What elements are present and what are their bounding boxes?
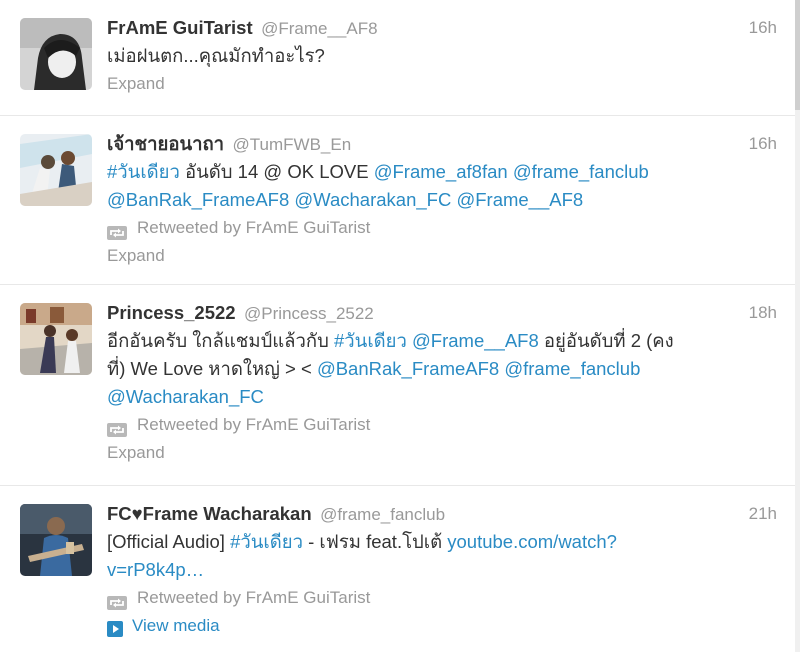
avatar[interactable]	[20, 134, 92, 206]
hashtag-link[interactable]: #วันเดียว	[230, 531, 303, 552]
text-fragment: - เฟรม feat.โปเต้	[302, 531, 448, 552]
mention-link[interactable]: @Frame_af8fan	[374, 161, 508, 182]
hashtag-link[interactable]: #วันเดียว	[107, 161, 180, 182]
tweet[interactable]: FrAmE GuiTarist @Frame__AF8 เม่อฝนตก...ค…	[0, 0, 795, 116]
author-username[interactable]: @frame_fanclub	[320, 505, 445, 524]
author-username[interactable]: @Princess_2522	[244, 304, 374, 323]
retweeted-by: Retweeted by FrAmE GuiTarist	[107, 214, 782, 242]
text-fragment: อยู่อันดับที่ 2 (คง	[538, 330, 674, 351]
retweeted-by-label[interactable]: Retweeted by FrAmE GuiTarist	[137, 584, 370, 612]
tweet-header: เจ้าชายอนาถา @TumFWB_En	[107, 130, 782, 158]
retweeted-by-label[interactable]: Retweeted by FrAmE GuiTarist	[137, 214, 370, 242]
text-fragment: [Official Audio]	[107, 531, 231, 552]
tweet-timestamp[interactable]: 16h	[749, 130, 777, 158]
author-fullname[interactable]: FC♥Frame Wacharakan	[107, 503, 312, 524]
retweeted-by: Retweeted by FrAmE GuiTarist	[107, 584, 782, 612]
tweet-timestamp[interactable]: 21h	[749, 500, 777, 528]
avatar[interactable]	[20, 504, 92, 576]
scrollbar-thumb[interactable]	[795, 0, 800, 110]
mention-link[interactable]: @Wacharakan_FC	[107, 386, 264, 407]
tweet-text: เม่อฝนตก...คุณมักทำอะไร?	[107, 45, 325, 66]
author-fullname[interactable]: FrAmE GuiTarist	[107, 17, 253, 38]
mention-link[interactable]: @BanRak_FrameAF8	[107, 189, 289, 210]
expand-link[interactable]: Expand	[107, 242, 782, 270]
mention-link[interactable]: @Frame__AF8	[412, 330, 539, 351]
text-fragment: อันดับ 14 @ OK LOVE	[179, 161, 374, 182]
text-fragment: ที่) We Love หาดใหญ่ > <	[107, 358, 317, 379]
url-link[interactable]: youtube.com/watch?	[447, 531, 617, 552]
tweet[interactable]: Princess_2522 @Princess_2522 อีกอันครับ …	[0, 285, 795, 486]
tweet[interactable]: เจ้าชายอนาถา @TumFWB_En #วันเดียว อันดับ…	[0, 116, 795, 285]
tweet-text: อีกอันครับ ใกล้แชมป์แล้วกับ #วันเดียว @F…	[107, 327, 782, 411]
tweet[interactable]: FC♥Frame Wacharakan @frame_fanclub [Offi…	[0, 486, 795, 652]
mention-link[interactable]: @BanRak_FrameAF8	[317, 358, 499, 379]
scrollbar[interactable]	[795, 0, 800, 652]
tweet-header: Princess_2522 @Princess_2522	[107, 299, 782, 327]
retweeted-by-label[interactable]: Retweeted by FrAmE GuiTarist	[137, 411, 370, 439]
tweet-timeline: FrAmE GuiTarist @Frame__AF8 เม่อฝนตก...ค…	[0, 0, 795, 652]
view-media-label[interactable]: View media	[132, 612, 220, 640]
retweet-icon	[107, 221, 127, 240]
retweet-icon	[107, 418, 127, 437]
mention-link[interactable]: @Wacharakan_FC	[294, 189, 451, 210]
tweet-text: #วันเดียว อันดับ 14 @ OK LOVE @Frame_af8…	[107, 158, 782, 214]
tweet-header: FrAmE GuiTarist @Frame__AF8	[107, 14, 782, 42]
text-fragment: อีกอันครับ ใกล้แชมป์แล้วกับ	[107, 330, 334, 351]
play-icon	[107, 618, 123, 637]
expand-link[interactable]: Expand	[107, 70, 782, 98]
expand-link[interactable]: Expand	[107, 439, 782, 467]
avatar[interactable]	[20, 303, 92, 375]
view-media-link[interactable]: View media	[107, 612, 782, 640]
author-fullname[interactable]: เจ้าชายอนาถา	[107, 133, 224, 154]
url-link[interactable]: v=rP8k4p…	[107, 559, 204, 580]
tweet-timestamp[interactable]: 16h	[749, 14, 777, 42]
retweet-icon	[107, 591, 127, 610]
mention-link[interactable]: @frame_fanclub	[513, 161, 649, 182]
hashtag-link[interactable]: #วันเดียว	[334, 330, 407, 351]
tweet-header: FC♥Frame Wacharakan @frame_fanclub	[107, 500, 782, 528]
mention-link[interactable]: @frame_fanclub	[504, 358, 640, 379]
tweet-timestamp[interactable]: 18h	[749, 299, 777, 327]
avatar[interactable]	[20, 18, 92, 90]
mention-link[interactable]: @Frame__AF8	[456, 189, 583, 210]
author-fullname[interactable]: Princess_2522	[107, 302, 236, 323]
author-username[interactable]: @TumFWB_En	[233, 135, 352, 154]
tweet-text: [Official Audio] #วันเดียว - เฟรม feat.โ…	[107, 528, 782, 584]
retweeted-by: Retweeted by FrAmE GuiTarist	[107, 411, 782, 439]
author-username[interactable]: @Frame__AF8	[261, 19, 377, 38]
